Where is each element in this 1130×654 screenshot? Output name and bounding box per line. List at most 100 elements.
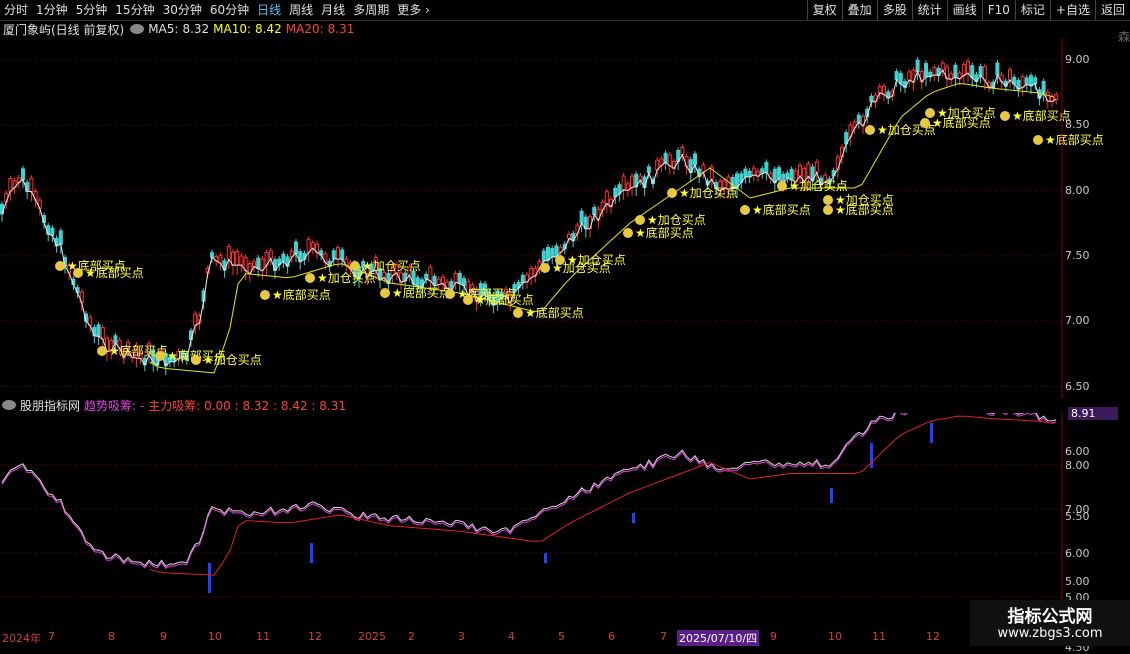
candle-body <box>940 62 945 71</box>
candle-body <box>424 273 429 280</box>
candle-body <box>546 246 550 261</box>
candle-body <box>856 114 861 123</box>
year-label: 2024年 <box>2 632 41 645</box>
timeframe-weekly[interactable]: 周线 <box>285 0 317 20</box>
candle-body <box>743 168 748 178</box>
more-label: 更多 <box>397 3 422 17</box>
candle-body <box>592 207 597 216</box>
candle-body <box>210 252 214 258</box>
svg-text:★底部买点: ★底部买点 <box>272 287 331 302</box>
svg-text:★底部买点: ★底部买点 <box>752 202 811 217</box>
candle-body <box>294 241 298 254</box>
timeframe-more[interactable]: 更多 › <box>393 0 434 20</box>
watermark-title: 指标公式网 <box>1007 607 1093 627</box>
timeframe-15min[interactable]: 15分钟 <box>111 0 158 20</box>
month-label: 10 <box>208 630 222 643</box>
timeframe-30min[interactable]: 30分钟 <box>159 0 206 20</box>
indicator-name: 股朋指标网 <box>20 398 81 413</box>
multi-stock-button[interactable]: 多股 <box>876 0 912 20</box>
candle-body <box>777 167 781 179</box>
candle-body <box>1024 77 1029 85</box>
main-label: 主力吸筹: 0.00 : 8.32 : 8.42 : 8.31 <box>148 398 346 413</box>
candle-body <box>331 250 336 260</box>
candle-body <box>457 272 462 285</box>
svg-text:★加仓买点: ★加仓买点 <box>937 106 996 120</box>
candle-body <box>382 271 387 279</box>
signal-bottom: ★底部买点 <box>513 305 584 320</box>
sub-chart[interactable] <box>0 413 1130 630</box>
ma20-label: MA20: <box>285 22 324 36</box>
month-label: 7 <box>660 630 667 643</box>
candle-body <box>1029 75 1033 87</box>
svg-text:★底部买点: ★底部买点 <box>1045 132 1104 147</box>
candle-body <box>978 66 983 76</box>
candle-body <box>218 254 223 264</box>
sub-info-bar: 股朋指标网 趋势吸筹: - 主力吸筹: 0.00 : 8.32 : 8.42 :… <box>0 397 350 413</box>
price-tick: 8.50 <box>1065 118 1090 132</box>
signal-bottom: ★底部买点 <box>740 202 811 217</box>
side-text: 森 <box>1118 30 1130 44</box>
toolbar: 分时 1分钟 5分钟 15分钟 30分钟 60分钟 日线 周线 月线 多周期 更… <box>0 0 1130 21</box>
mark-button[interactable]: 标记 <box>1014 0 1050 20</box>
month-label: 4 <box>508 630 515 643</box>
candle-body <box>630 175 634 188</box>
candle-body <box>336 247 340 260</box>
signal-add: ★加仓买点 <box>667 186 738 200</box>
ma5-value: 8.32 <box>182 22 210 36</box>
timeframe-fenshi[interactable]: 分时 <box>0 0 32 20</box>
timeframe-5min[interactable]: 5分钟 <box>72 0 112 20</box>
candle-body <box>100 327 105 340</box>
svg-text:★加仓买点: ★加仓买点 <box>679 186 738 200</box>
candle-body <box>966 60 970 74</box>
candle-body <box>281 253 286 262</box>
month-label: 6 <box>608 630 615 643</box>
ma20-value: 8.31 <box>327 22 355 36</box>
svg-text:★底部买点: ★底部买点 <box>635 225 694 240</box>
main-chart[interactable]: ★底部买点★底部买点★底部买点★底部买点★加仓买点★底部买点★加仓买点★加仓买点… <box>0 38 1130 398</box>
sub-tick: 6.00 <box>1065 547 1090 560</box>
sub-dropdown-icon[interactable] <box>2 400 16 410</box>
candle-body <box>340 249 345 260</box>
sub-tick: 8.00 <box>1065 459 1090 472</box>
svg-text:★加仓买点: ★加仓买点 <box>317 271 376 285</box>
candle-body <box>226 246 231 261</box>
signal-bottom: ★底部买点 <box>1033 132 1104 147</box>
candle-body <box>995 62 1000 76</box>
watermark: 指标公式网 www.zbgs3.com <box>970 600 1130 646</box>
back-button[interactable]: 返回 <box>1094 0 1130 20</box>
candle-body <box>924 63 928 78</box>
stats-button[interactable]: 统计 <box>911 0 947 20</box>
overlay-button[interactable]: 叠加 <box>841 0 877 20</box>
right-buttons: 复权 叠加 多股 统计 画线 F10 标记 +自选 返回 <box>806 0 1130 20</box>
price-tick: 6.50 <box>1065 379 1090 393</box>
svg-text:★加仓买点: ★加仓买点 <box>203 353 262 367</box>
f10-button[interactable]: F10 <box>981 0 1015 20</box>
timeframe-60min[interactable]: 60分钟 <box>206 0 253 20</box>
candle-body <box>520 274 525 284</box>
month-label: 11 <box>872 630 886 643</box>
month-label: 2 <box>408 630 415 643</box>
dropdown-icon[interactable] <box>130 24 145 34</box>
candle-body <box>193 313 198 327</box>
add-watchlist-button[interactable]: +自选 <box>1049 0 1095 20</box>
timeframe-multi[interactable]: 多周期 <box>349 0 393 20</box>
timeframe-1min[interactable]: 1分钟 <box>32 0 72 20</box>
timeframe-monthly[interactable]: 月线 <box>317 0 349 20</box>
candle-body <box>21 168 25 181</box>
candle-body <box>869 95 874 103</box>
signal-bottom: ★底部买点 <box>623 225 694 240</box>
svg-text:★加仓买点: ★加仓买点 <box>789 179 848 193</box>
candle-body <box>806 163 811 178</box>
svg-text:★底部买点: ★底部买点 <box>475 292 534 307</box>
candle-body <box>550 248 555 258</box>
timeframe-daily[interactable]: 日线 <box>253 0 285 20</box>
price-tick: 7.00 <box>1065 314 1090 328</box>
signal-bar <box>930 423 933 443</box>
draw-button[interactable]: 画线 <box>946 0 982 20</box>
month-label: 7 <box>48 630 55 643</box>
fuquan-button[interactable]: 复权 <box>806 0 842 20</box>
stock-title: 厦门象屿(日线 前复权) <box>3 22 125 37</box>
candle-body <box>693 153 697 166</box>
candle-body <box>894 71 899 81</box>
candle-body <box>1008 69 1012 81</box>
